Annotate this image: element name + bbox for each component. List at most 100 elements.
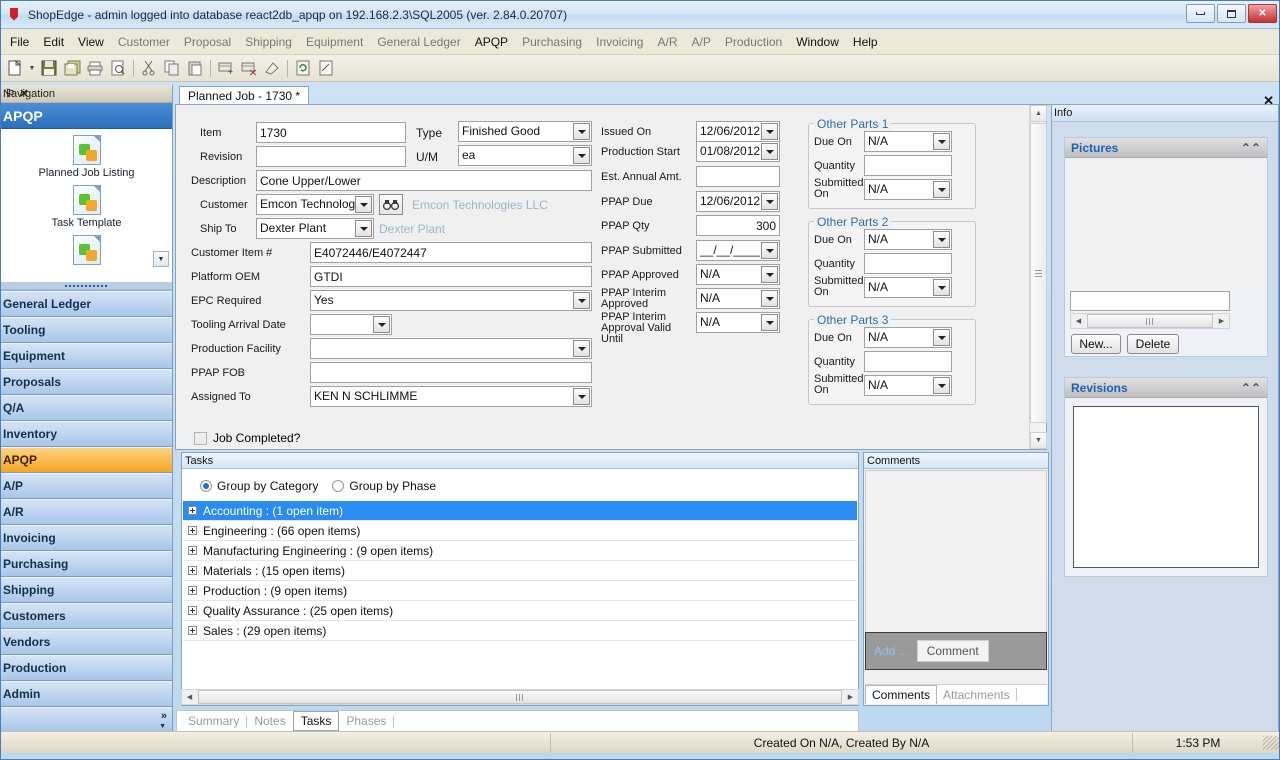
collapse-chevron-icon[interactable]: ⌃⌃ bbox=[1241, 381, 1261, 395]
expand-plus-icon[interactable] bbox=[188, 546, 197, 555]
menu-general-ledger[interactable]: General Ledger bbox=[370, 32, 467, 52]
close-button[interactable]: ✕ bbox=[1248, 4, 1277, 23]
other-parts-1-quantity-input[interactable] bbox=[864, 155, 952, 176]
sidebar-item-purchasing[interactable]: Purchasing bbox=[1, 551, 172, 577]
resize-grip-icon[interactable] bbox=[1263, 735, 1279, 750]
chevron-down-icon[interactable] bbox=[573, 388, 590, 405]
other-parts-1-due-on-combo[interactable]: N/A bbox=[864, 131, 952, 152]
ppap-submitted-combo[interactable]: __/__/____ bbox=[696, 240, 780, 261]
chevron-down-icon[interactable] bbox=[761, 266, 778, 283]
chevron-down-icon[interactable] bbox=[933, 279, 950, 296]
chevron-down-icon[interactable] bbox=[761, 143, 778, 160]
chevron-down-icon[interactable] bbox=[373, 316, 390, 333]
nav-shortcut-partial[interactable] bbox=[1, 229, 172, 265]
refresh-icon[interactable] bbox=[292, 57, 314, 79]
nav-overflow-button[interactable]: » ▼ bbox=[1, 707, 172, 731]
sidebar-item-equipment[interactable]: Equipment bbox=[1, 343, 172, 369]
scrollbar-thumb[interactable] bbox=[1087, 314, 1213, 328]
table-row[interactable]: Quality Assurance : (25 open items) bbox=[183, 601, 857, 621]
chevron-down-icon[interactable] bbox=[573, 292, 590, 309]
chevron-down-icon[interactable] bbox=[933, 133, 950, 150]
ppap-interim-valid-until-combo[interactable]: N/A bbox=[696, 312, 780, 333]
description-input[interactable]: Cone Upper/Lower bbox=[256, 170, 592, 191]
radio-button-icon[interactable] bbox=[332, 480, 345, 492]
menu-help[interactable]: Help bbox=[846, 32, 885, 52]
scroll-right-icon[interactable]: ▶ bbox=[843, 690, 858, 704]
table-row[interactable]: Materials : (15 open items) bbox=[183, 561, 857, 581]
chevron-down-icon[interactable] bbox=[933, 231, 950, 248]
post-icon[interactable] bbox=[261, 57, 283, 79]
customer-lookup-button[interactable] bbox=[379, 194, 403, 215]
sidebar-item-shipping[interactable]: Shipping bbox=[1, 577, 172, 603]
dropdown-caret-icon[interactable]: ▼ bbox=[27, 57, 37, 79]
table-row[interactable]: Sales : (29 open items) bbox=[183, 621, 857, 641]
job-completed-row[interactable]: Job Completed? bbox=[194, 431, 300, 445]
sidebar-item-tooling[interactable]: Tooling bbox=[1, 317, 172, 343]
chevron-down-icon[interactable] bbox=[761, 193, 778, 210]
nav-shortcut-task-template[interactable]: Task Template bbox=[1, 179, 172, 229]
sidebar-item-production[interactable]: Production bbox=[1, 655, 172, 681]
comment-button[interactable]: Comment bbox=[916, 640, 989, 662]
table-row[interactable]: Engineering : (66 open items) bbox=[183, 521, 857, 541]
chevron-down-icon[interactable] bbox=[573, 147, 590, 164]
menu-equipment[interactable]: Equipment bbox=[299, 32, 370, 52]
expand-plus-icon[interactable] bbox=[188, 526, 197, 535]
radio-group-by-phase[interactable]: Group by Phase bbox=[332, 479, 436, 493]
form-vertical-scrollbar[interactable]: ▲ ▼ bbox=[1029, 105, 1047, 449]
cut-icon[interactable] bbox=[138, 57, 160, 79]
tab-planned-job[interactable]: Planned Job - 1730 * bbox=[179, 86, 310, 105]
sidebar-item-general-ledger[interactable]: General Ledger bbox=[1, 291, 172, 317]
nav-active-group-header[interactable]: APQP bbox=[1, 103, 172, 129]
minimize-button[interactable] bbox=[1186, 4, 1215, 23]
ppap-due-combo[interactable]: 12/06/2012 bbox=[696, 191, 780, 212]
nav-splitter-grip[interactable] bbox=[1, 282, 172, 289]
revisions-list[interactable] bbox=[1073, 406, 1259, 568]
save-icon[interactable] bbox=[38, 57, 60, 79]
scroll-right-icon[interactable]: ▶ bbox=[1214, 314, 1229, 328]
chevron-down-icon[interactable] bbox=[761, 123, 778, 140]
tab-attachments[interactable]: Attachments bbox=[937, 686, 1016, 704]
chevron-down-icon[interactable] bbox=[761, 314, 778, 331]
menu-proposal[interactable]: Proposal bbox=[177, 32, 238, 52]
production-facility-combo[interactable] bbox=[310, 338, 592, 359]
delete-record-icon[interactable] bbox=[238, 57, 260, 79]
tab-summary[interactable]: Summary bbox=[181, 712, 246, 730]
sidebar-item-qa[interactable]: Q/A bbox=[1, 395, 172, 421]
other-parts-3-due-on-combo[interactable]: N/A bbox=[864, 327, 952, 348]
scrollbar-thumb[interactable] bbox=[1030, 123, 1047, 423]
other-parts-1-submitted-combo[interactable]: N/A bbox=[864, 179, 952, 200]
customer-item-input[interactable]: E4072446/E4072447 bbox=[310, 242, 592, 263]
menu-edit[interactable]: Edit bbox=[36, 32, 71, 52]
expand-plus-icon[interactable] bbox=[188, 566, 197, 575]
other-parts-2-quantity-input[interactable] bbox=[864, 253, 952, 274]
menu-ap[interactable]: A/P bbox=[685, 32, 718, 52]
customer-combo[interactable]: Emcon Technologi bbox=[256, 194, 374, 215]
table-row[interactable]: Manufacturing Engineering : (9 open item… bbox=[183, 541, 857, 561]
scrollbar-thumb[interactable] bbox=[198, 690, 842, 704]
pictures-card-header[interactable]: Pictures ⌃⌃ bbox=[1065, 138, 1267, 158]
item-input[interactable]: 1730 bbox=[256, 122, 406, 143]
um-combo[interactable]: ea bbox=[458, 145, 592, 166]
pictures-horizontal-scrollbar[interactable]: ◀ ▶ bbox=[1070, 313, 1230, 329]
copy-icon[interactable] bbox=[161, 57, 183, 79]
menu-apqp[interactable]: APQP bbox=[468, 32, 515, 52]
job-completed-checkbox[interactable] bbox=[194, 431, 207, 445]
collapse-chevron-icon[interactable]: ⌃⌃ bbox=[1241, 141, 1261, 155]
table-row[interactable]: Production : (9 open items) bbox=[183, 581, 857, 601]
chevron-down-icon[interactable] bbox=[573, 123, 590, 140]
add-record-icon[interactable]: + bbox=[215, 57, 237, 79]
nav-shortcut-planned-job-listing[interactable]: Planned Job Listing bbox=[1, 129, 172, 179]
epc-required-combo[interactable]: Yes bbox=[310, 290, 592, 311]
tasks-horizontal-scrollbar[interactable]: ◀ ▶ bbox=[181, 689, 859, 706]
chevron-down-icon[interactable] bbox=[355, 196, 372, 213]
platform-oem-input[interactable]: GTDI bbox=[310, 266, 592, 287]
info-panel-close-icon[interactable]: ✕ bbox=[1263, 93, 1274, 109]
tab-tasks[interactable]: Tasks bbox=[292, 711, 340, 731]
expand-plus-icon[interactable] bbox=[188, 606, 197, 615]
menu-invoicing[interactable]: Invoicing bbox=[589, 32, 650, 52]
sidebar-item-vendors[interactable]: Vendors bbox=[1, 629, 172, 655]
est-annual-amt-input[interactable] bbox=[696, 166, 780, 187]
production-start-combo[interactable]: 01/08/2012 bbox=[696, 141, 780, 162]
other-parts-3-submitted-combo[interactable]: N/A bbox=[864, 375, 952, 396]
expand-plus-icon[interactable] bbox=[188, 506, 197, 515]
